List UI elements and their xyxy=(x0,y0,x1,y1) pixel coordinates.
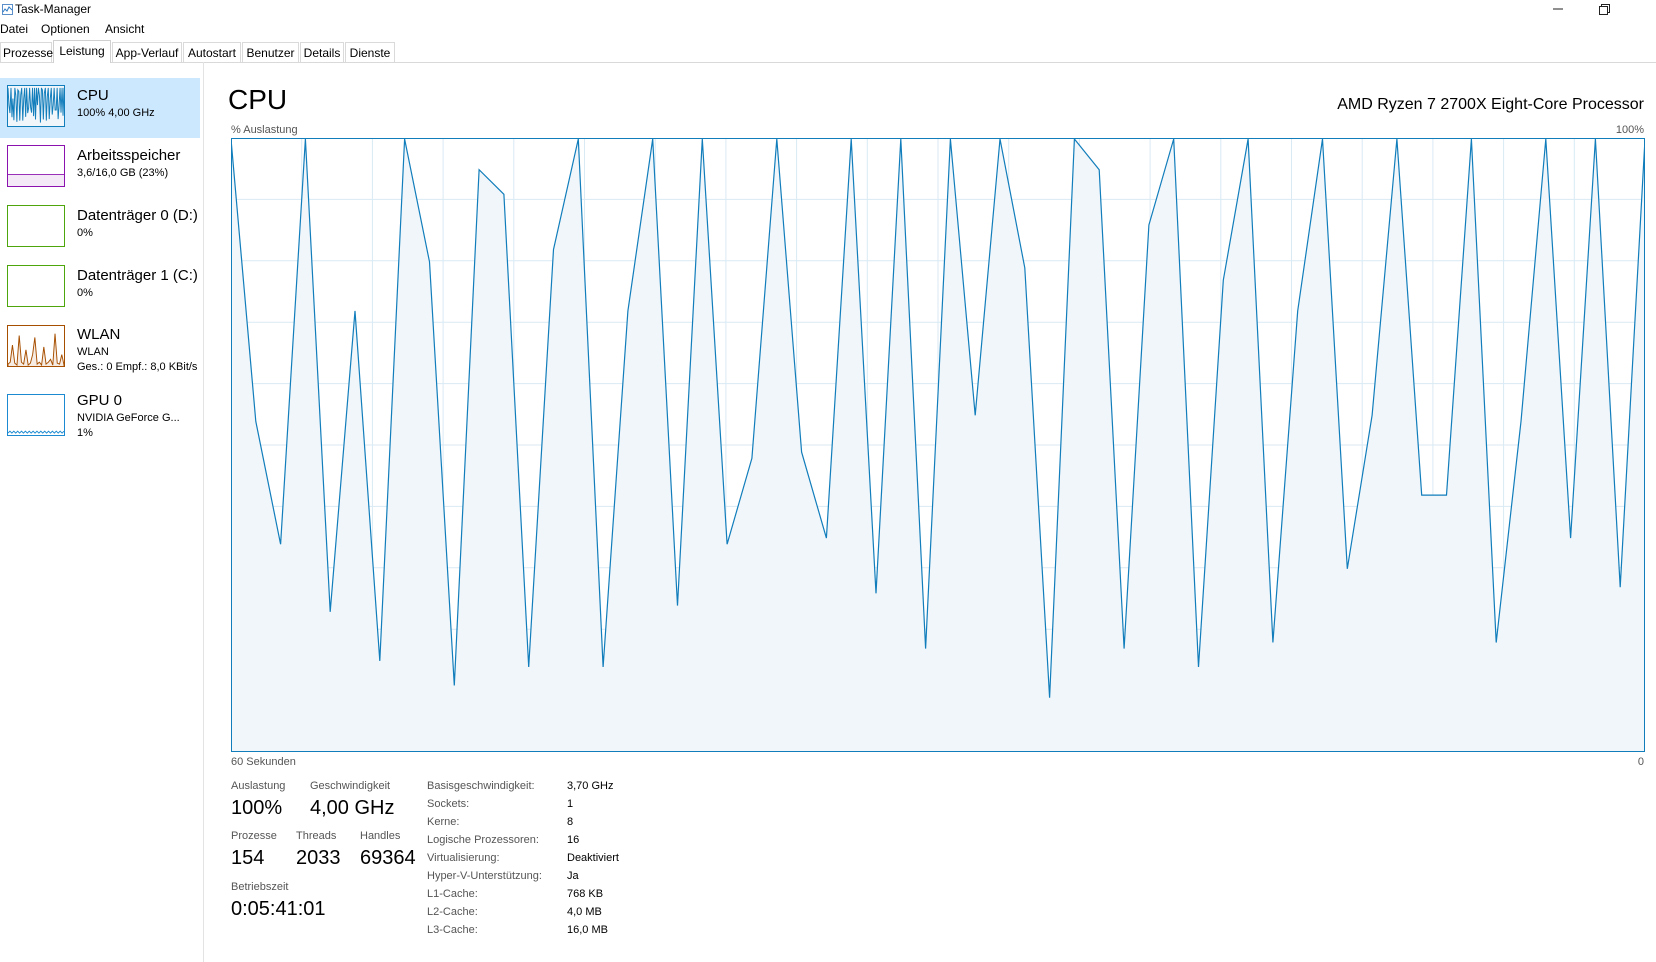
info-value: Ja xyxy=(567,870,579,882)
tab-bar: Prozesse Leistung App-Verlauf Autostart … xyxy=(0,40,1656,63)
y-axis-label: % Auslastung xyxy=(231,124,298,136)
sidebar-item-memory[interactable]: Arbeitsspeicher 3,6/16,0 GB (23%) xyxy=(0,138,200,198)
y-axis-max-label: 100% xyxy=(1615,124,1644,136)
info-key: Sockets: xyxy=(427,798,470,810)
resource-sidebar: CPU 100% 4,00 GHz Arbeitsspeicher 3,6/16… xyxy=(0,62,204,962)
handles-value: 69364 xyxy=(360,847,416,869)
sidebar-item-detail: 3,6/16,0 GB (23%) xyxy=(77,167,169,179)
sidebar-item-label: Datenträger 0 (D:) xyxy=(77,207,198,224)
restore-button[interactable] xyxy=(1581,0,1627,18)
title-bar: Task-Manager xyxy=(0,0,1656,20)
sidebar-item-disk-1[interactable]: Datenträger 1 (C:) 0% xyxy=(0,258,200,318)
sidebar-item-detail: 0% xyxy=(77,287,93,299)
tab-app-verlauf[interactable]: App-Verlauf xyxy=(112,42,182,62)
sidebar-item-disk-0[interactable]: Datenträger 0 (D:) 0% xyxy=(0,198,200,258)
tab-details[interactable]: Details xyxy=(300,42,344,62)
minimize-icon xyxy=(1553,8,1563,10)
info-key: Kerne: xyxy=(427,816,460,828)
sidebar-item-label: WLAN xyxy=(77,326,121,343)
sidebar-item-label: CPU xyxy=(77,87,109,104)
menu-optionen[interactable]: Optionen xyxy=(41,22,90,36)
page-title: CPU xyxy=(228,84,288,115)
info-value: 16 xyxy=(567,834,580,846)
info-key: Logische Prozessoren: xyxy=(427,834,539,846)
info-value: 1 xyxy=(567,798,574,810)
uptime-label: Betriebszeit xyxy=(231,881,289,893)
cpu-thumbnail-graph xyxy=(7,85,65,127)
info-value: 8 xyxy=(567,816,574,828)
task-manager-icon xyxy=(2,4,13,15)
tab-benutzer[interactable]: Benutzer xyxy=(242,42,299,62)
x-axis-left-label: 60 Sekunden xyxy=(231,756,296,768)
processes-value: 154 xyxy=(231,847,265,869)
utilization-label: Auslastung xyxy=(231,780,286,792)
info-key: L3-Cache: xyxy=(427,924,478,936)
threads-value: 2033 xyxy=(296,847,341,869)
sidebar-item-detail: NVIDIA GeForce G... xyxy=(77,412,180,424)
tab-dienste[interactable]: Dienste xyxy=(345,42,395,62)
sidebar-item-detail: 100% 4,00 GHz xyxy=(77,107,155,119)
sidebar-item-detail: 0% xyxy=(77,227,93,239)
menu-datei[interactable]: Datei xyxy=(0,22,28,36)
processes-label: Prozesse xyxy=(231,830,277,842)
minimize-button[interactable] xyxy=(1535,0,1581,18)
info-value: 3,70 GHz xyxy=(567,780,614,792)
sidebar-item-gpu[interactable]: GPU 0 NVIDIA GeForce G... 1% xyxy=(0,384,200,450)
menu-ansicht[interactable]: Ansicht xyxy=(105,22,144,36)
sidebar-item-wlan[interactable]: WLAN WLAN Ges.: 0 Empf.: 8,0 KBit/s xyxy=(0,318,200,384)
handles-label: Handles xyxy=(360,830,401,842)
info-key: L1-Cache: xyxy=(427,888,478,900)
gpu-thumbnail-graph xyxy=(7,394,65,436)
processor-model: AMD Ryzen 7 2700X Eight-Core Processor xyxy=(1337,96,1644,113)
uptime-value: 0:05:41:01 xyxy=(231,898,326,920)
window-title: Task-Manager xyxy=(15,2,92,16)
threads-label: Threads xyxy=(296,830,337,842)
tab-autostart[interactable]: Autostart xyxy=(183,42,241,62)
speed-value: 4,00 GHz xyxy=(310,797,395,819)
sidebar-item-label: GPU 0 xyxy=(77,392,123,409)
info-value: 16,0 MB xyxy=(567,924,608,936)
speed-label: Geschwindigkeit xyxy=(310,780,391,792)
utilization-value: 100% xyxy=(231,797,283,819)
disk-1-thumbnail-graph xyxy=(7,265,65,307)
info-value: 768 KB xyxy=(567,888,604,900)
tab-leistung[interactable]: Leistung xyxy=(53,40,111,63)
sidebar-item-usage: 1% xyxy=(77,427,93,439)
info-key: Basisgeschwindigkeit: xyxy=(427,780,535,792)
sidebar-item-label: Arbeitsspeicher xyxy=(77,147,181,164)
sidebar-item-label: Datenträger 1 (C:) xyxy=(77,267,198,284)
wlan-thumbnail-graph xyxy=(7,325,65,367)
sidebar-item-detail: WLAN xyxy=(77,346,109,358)
memory-thumbnail-graph xyxy=(7,145,65,187)
disk-0-thumbnail-graph xyxy=(7,205,65,247)
restore-icon xyxy=(1598,3,1610,15)
x-axis-right-label: 0 xyxy=(1637,756,1644,768)
info-key: L2-Cache: xyxy=(427,906,478,918)
info-value: 4,0 MB xyxy=(567,906,602,918)
sidebar-item-cpu[interactable]: CPU 100% 4,00 GHz xyxy=(0,78,200,138)
info-value: Deaktiviert xyxy=(567,852,619,864)
info-key: Virtualisierung: xyxy=(427,852,500,864)
cpu-utilization-graph xyxy=(231,138,1645,752)
info-key: Hyper-V-Unterstützung: xyxy=(427,870,542,882)
tab-prozesse[interactable]: Prozesse xyxy=(0,42,53,62)
sidebar-item-throughput: Ges.: 0 Empf.: 8,0 KBit/s xyxy=(77,361,198,373)
